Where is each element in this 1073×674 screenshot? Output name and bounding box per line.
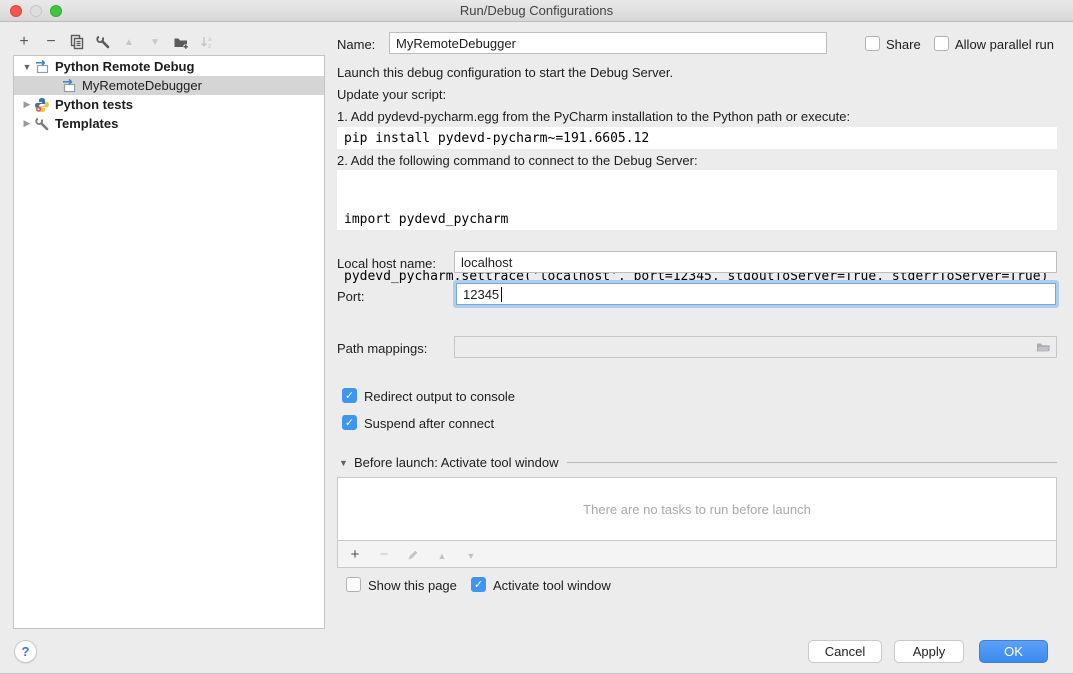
activate-tool-window-checkbox[interactable]: ✓ xyxy=(471,577,486,592)
title-bar: Run/Debug Configurations xyxy=(0,0,1073,22)
share-label[interactable]: Share xyxy=(886,37,921,52)
minus-icon: − xyxy=(46,33,55,51)
minimize-window-button xyxy=(30,5,42,17)
text-caret xyxy=(501,287,502,302)
step-1-text: 1. Add pydevd-pycharm.egg from the PyCha… xyxy=(337,109,850,124)
settrace-code-block: import pydevd_pycharm pydevd_pycharm.set… xyxy=(337,170,1057,230)
activate-tool-window-label[interactable]: Activate tool window xyxy=(493,578,611,593)
redirect-output-label[interactable]: Redirect output to console xyxy=(364,389,515,404)
python-tests-icon xyxy=(34,97,50,113)
tree-item-label: Templates xyxy=(55,116,118,131)
pip-install-code: pip install pydevd-pycharm~=191.6605.12 xyxy=(337,127,1057,149)
down-arrow-icon: ▼ xyxy=(150,37,160,48)
before-launch-title: Before launch: Activate tool window xyxy=(354,455,559,470)
port-input[interactable] xyxy=(456,283,1056,305)
plus-icon: + xyxy=(351,546,360,563)
move-down-button: ▼ xyxy=(144,31,166,53)
cancel-button[interactable]: Cancel xyxy=(808,640,882,663)
remove-task-button: − xyxy=(376,546,392,563)
show-this-page-checkbox[interactable] xyxy=(346,577,361,592)
sort-configurations-button: a z xyxy=(196,31,218,53)
edit-templates-button[interactable] xyxy=(92,31,114,53)
share-checkbox[interactable] xyxy=(865,36,880,51)
window-title: Run/Debug Configurations xyxy=(460,3,613,18)
before-launch-header[interactable]: ▼ Before launch: Activate tool window xyxy=(339,455,1057,470)
path-mappings-input[interactable] xyxy=(454,336,1057,358)
port-label: Port: xyxy=(337,289,364,304)
up-arrow-icon: ▲ xyxy=(438,551,447,561)
tree-item-label: MyRemoteDebugger xyxy=(82,78,202,93)
move-task-up-button: ▲ xyxy=(434,546,450,563)
expander-collapsed-icon[interactable]: ▶ xyxy=(20,118,34,129)
plus-icon: + xyxy=(19,33,28,51)
configurations-tree: ▼ Python Remote Debug MyRemoteDebugger ▶ xyxy=(13,55,325,629)
pencil-icon xyxy=(406,548,420,562)
local-host-name-input[interactable] xyxy=(454,251,1057,273)
show-this-page-label[interactable]: Show this page xyxy=(368,578,457,593)
suspend-after-connect-checkbox[interactable]: ✓ xyxy=(342,415,357,430)
tree-item-label: Python Remote Debug xyxy=(55,59,194,74)
wrench-icon xyxy=(95,34,111,50)
expander-collapsed-icon[interactable]: ▶ xyxy=(20,99,34,110)
templates-wrench-icon xyxy=(34,116,50,132)
settrace-code-line-1: import pydevd_pycharm xyxy=(344,210,1050,229)
ok-button[interactable]: OK xyxy=(979,640,1048,663)
move-up-button: ▲ xyxy=(118,31,140,53)
edit-task-button xyxy=(405,546,421,563)
up-arrow-icon: ▲ xyxy=(124,37,134,48)
sort-az-icon: a z xyxy=(199,34,215,50)
before-launch-task-list[interactable]: There are no tasks to run before launch xyxy=(337,477,1057,541)
apply-button[interactable]: Apply xyxy=(894,640,964,663)
browse-folder-icon[interactable] xyxy=(1035,339,1052,355)
intro-line-2: Update your script: xyxy=(337,87,446,102)
check-icon: ✓ xyxy=(345,417,354,429)
tree-item-myremotedebugger[interactable]: MyRemoteDebugger xyxy=(14,76,324,95)
empty-tasks-text: There are no tasks to run before launch xyxy=(583,502,811,517)
check-icon: ✓ xyxy=(474,579,483,591)
expander-expanded-icon[interactable]: ▼ xyxy=(20,62,34,72)
check-icon: ✓ xyxy=(345,390,354,402)
allow-parallel-run-label[interactable]: Allow parallel run xyxy=(955,37,1054,52)
tree-item-label: Python tests xyxy=(55,97,133,112)
zoom-window-button[interactable] xyxy=(50,5,62,17)
svg-text:z: z xyxy=(208,43,211,50)
create-folder-button[interactable] xyxy=(170,31,192,53)
local-host-name-label: Local host name: xyxy=(337,256,436,271)
section-divider xyxy=(567,462,1057,463)
down-arrow-icon: ▼ xyxy=(467,551,476,561)
move-task-down-button: ▼ xyxy=(463,546,479,563)
close-window-button[interactable] xyxy=(10,5,22,17)
copy-icon xyxy=(69,34,85,50)
allow-parallel-run-checkbox[interactable] xyxy=(934,36,949,51)
folder-add-icon xyxy=(173,34,190,50)
tree-item-templates[interactable]: ▶ Templates xyxy=(14,114,324,133)
svg-text:a: a xyxy=(208,36,212,43)
intro-line-1: Launch this debug configuration to start… xyxy=(337,65,673,80)
add-configuration-button[interactable]: + xyxy=(13,31,35,53)
collapse-section-icon[interactable]: ▼ xyxy=(339,458,354,468)
name-input[interactable] xyxy=(389,32,827,54)
add-task-button[interactable]: + xyxy=(347,546,363,563)
path-mappings-label: Path mappings: xyxy=(337,341,427,356)
run-debug-configurations-dialog: Run/Debug Configurations + − ▲ ▼ a z xyxy=(0,0,1073,674)
question-mark-icon: ? xyxy=(22,644,30,659)
tree-item-python-tests[interactable]: ▶ Python tests xyxy=(14,95,324,114)
before-launch-toolbar: + − ▲ ▼ xyxy=(337,541,1057,568)
remote-debug-config-icon xyxy=(61,78,77,94)
redirect-output-checkbox[interactable]: ✓ xyxy=(342,388,357,403)
copy-configuration-button[interactable] xyxy=(66,31,88,53)
remote-debug-config-icon xyxy=(34,59,50,75)
minus-icon: − xyxy=(380,546,389,563)
suspend-after-connect-label[interactable]: Suspend after connect xyxy=(364,416,494,431)
step-2-text: 2. Add the following command to connect … xyxy=(337,153,698,168)
name-label: Name: xyxy=(337,37,375,52)
help-button[interactable]: ? xyxy=(14,640,37,663)
remove-configuration-button[interactable]: − xyxy=(40,31,62,53)
tree-item-python-remote-debug[interactable]: ▼ Python Remote Debug xyxy=(14,57,324,76)
